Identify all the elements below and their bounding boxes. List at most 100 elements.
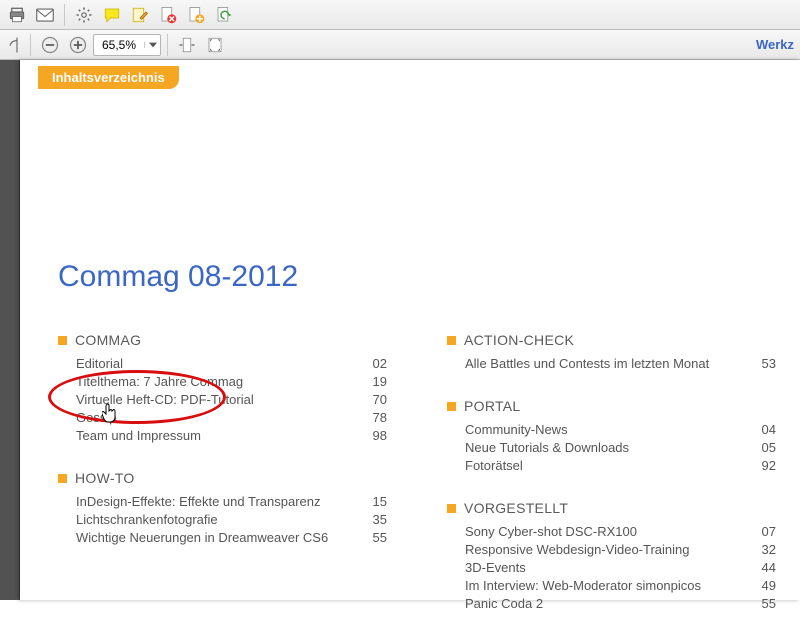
bullet-icon: [447, 336, 456, 345]
toc-entry-page: 05: [746, 440, 776, 455]
toc-entry-label: Neue Tutorials & Downloads: [465, 440, 746, 455]
toc-section-header: ACTION-CHECK: [447, 332, 776, 348]
toc-entry[interactable]: Im Interview: Web-Moderator simonpicos49: [447, 576, 776, 594]
toc-entry[interactable]: Neue Tutorials & Downloads05: [447, 438, 776, 456]
toc-entry-label: Im Interview: Web-Moderator simonpicos: [465, 578, 746, 593]
toc-entry[interactable]: Virtuelle Heft-CD: PDF-Tutorial70: [58, 390, 387, 408]
document-page: Inhaltsverzeichnis Commag 08-2012 COMMAG…: [20, 60, 800, 600]
toc-section-header: VORGESTELLT: [447, 500, 776, 516]
toc-entry-page: 92: [746, 458, 776, 473]
toc-tab: Inhaltsverzeichnis: [38, 66, 179, 89]
toc-entry[interactable]: InDesign-Effekte: Effekte und Transparen…: [58, 492, 387, 510]
toc-entry-page: 49: [746, 578, 776, 593]
toolbar-view: 65,5% Werkz: [0, 30, 800, 60]
toc-entry-label: Gossip: [76, 410, 357, 425]
bullet-icon: [447, 402, 456, 411]
toc-section: ACTION-CHECK Alle Battles und Contests im…: [447, 332, 776, 372]
bullet-icon: [58, 336, 67, 345]
toc-entry[interactable]: Sony Cyber-shot DSC-RX10007: [447, 522, 776, 540]
bullet-icon: [58, 474, 67, 483]
toc-entry-page: 70: [357, 392, 387, 407]
toc-entry[interactable]: Wichtige Neuerungen in Dreamweaver CS655: [58, 528, 387, 546]
toolbar-main: [0, 0, 800, 30]
separator: [167, 34, 168, 56]
page-delete-button[interactable]: [155, 3, 181, 27]
toc-entry-label: Team und Impressum: [76, 428, 357, 443]
partial-tool-button[interactable]: [4, 33, 24, 57]
toc-entry-label: Alle Battles und Contests im letzten Mon…: [465, 356, 746, 371]
toc-entry-page: 35: [357, 512, 387, 527]
toc-section: COMMAGEditorial02Titelthema: 7 Jahre Com…: [58, 332, 387, 444]
zoom-out-button[interactable]: [37, 33, 63, 57]
toc-entry-label: Wichtige Neuerungen in Dreamweaver CS6: [76, 530, 357, 545]
toc-entry-page: 78: [357, 410, 387, 425]
toc-entry-label: 3D-Events: [465, 560, 746, 575]
werkzeuge-link[interactable]: Werkz: [756, 37, 796, 52]
toc-entry-page: 07: [746, 524, 776, 539]
toc-entry[interactable]: 3D-Events44: [447, 558, 776, 576]
bullet-icon: [447, 504, 456, 513]
toc-section-header: HOW-TO: [58, 470, 387, 486]
toc-section-header: COMMAG: [58, 332, 387, 348]
toc-entry-page: 32: [746, 542, 776, 557]
toc-entry[interactable]: Editorial02: [58, 354, 387, 372]
toc-entry-page: 04: [746, 422, 776, 437]
comment-button[interactable]: [99, 3, 125, 27]
toc-entry-page: 55: [357, 530, 387, 545]
page-refresh-button[interactable]: [211, 3, 237, 27]
toc-entry-label: Fotorätsel: [465, 458, 746, 473]
toc-entry[interactable]: Alle Battles und Contests im letzten Mon…: [447, 354, 776, 372]
separator: [64, 4, 65, 26]
toc-column-right: ACTION-CHECK Alle Battles und Contests im…: [447, 332, 776, 638]
toc-entry-page: 53: [746, 356, 776, 371]
toc-entry[interactable]: Gossip78: [58, 408, 387, 426]
page-gutter: [0, 60, 20, 600]
toc-section-title: ACTION-CHECK: [464, 332, 574, 348]
toc-entry[interactable]: Responsive Webdesign-Video-Training32: [447, 540, 776, 558]
toc-entry-page: 15: [357, 494, 387, 509]
toc-section-title: COMMAG: [75, 332, 141, 348]
fit-page-button[interactable]: [202, 33, 228, 57]
toc-entry-label: Panic Coda 2: [465, 596, 746, 611]
toc-entry-label: Community-News: [465, 422, 746, 437]
print-button[interactable]: [4, 3, 30, 27]
page-add-button[interactable]: [183, 3, 209, 27]
toc-section: HOW-TO InDesign-Effekte: Effekte und Tran…: [58, 470, 387, 546]
toc-entry-page: 02: [357, 356, 387, 371]
toc-section-title: VORGESTELLT: [464, 500, 568, 516]
zoom-level-select[interactable]: 65,5%: [93, 34, 161, 56]
toc-section: VORGESTELLTSony Cyber-shot DSC-RX10007Re…: [447, 500, 776, 612]
zoom-value: 65,5%: [94, 38, 144, 52]
toc-entry[interactable]: Panic Coda 255: [447, 594, 776, 612]
gear-button[interactable]: [71, 3, 97, 27]
toc-entry[interactable]: Lichtschrankenfotografie35: [58, 510, 387, 528]
toc-entry[interactable]: Community-News04: [447, 420, 776, 438]
toc-entry-page: 98: [357, 428, 387, 443]
toc-entry-label: Lichtschrankenfotografie: [76, 512, 357, 527]
zoom-in-button[interactable]: [65, 33, 91, 57]
chevron-down-icon[interactable]: [144, 42, 160, 48]
toc-entry-label: Sony Cyber-shot DSC-RX100: [465, 524, 746, 539]
toc-section-title: PORTAL: [464, 398, 521, 414]
toc-entry-label: Editorial: [76, 356, 357, 371]
note-edit-button[interactable]: [127, 3, 153, 27]
toc-entry-label: Titelthema: 7 Jahre Commag: [76, 374, 357, 389]
separator: [30, 34, 31, 56]
toc-entry-page: 55: [746, 596, 776, 611]
toc-section: PORTALCommunity-News04Neue Tutorials & D…: [447, 398, 776, 474]
toc-entry[interactable]: Fotorätsel92: [447, 456, 776, 474]
document-viewport: Inhaltsverzeichnis Commag 08-2012 COMMAG…: [0, 60, 800, 600]
toc-entry-page: 44: [746, 560, 776, 575]
toc-entry-label: Virtuelle Heft-CD: PDF-Tutorial: [76, 392, 357, 407]
toc-section-title: HOW-TO: [75, 470, 135, 486]
toc-column-left: COMMAGEditorial02Titelthema: 7 Jahre Com…: [58, 332, 387, 638]
toc-entry[interactable]: Team und Impressum98: [58, 426, 387, 444]
toc-entry[interactable]: Titelthema: 7 Jahre Commag19: [58, 372, 387, 390]
page-title: Commag 08-2012: [58, 260, 776, 294]
toc-entry-label: InDesign-Effekte: Effekte und Transparen…: [76, 494, 357, 509]
toc-entry-page: 19: [357, 374, 387, 389]
fit-width-button[interactable]: [174, 33, 200, 57]
email-button[interactable]: [32, 3, 58, 27]
toc-entry-label: Responsive Webdesign-Video-Training: [465, 542, 746, 557]
toc-section-header: PORTAL: [447, 398, 776, 414]
